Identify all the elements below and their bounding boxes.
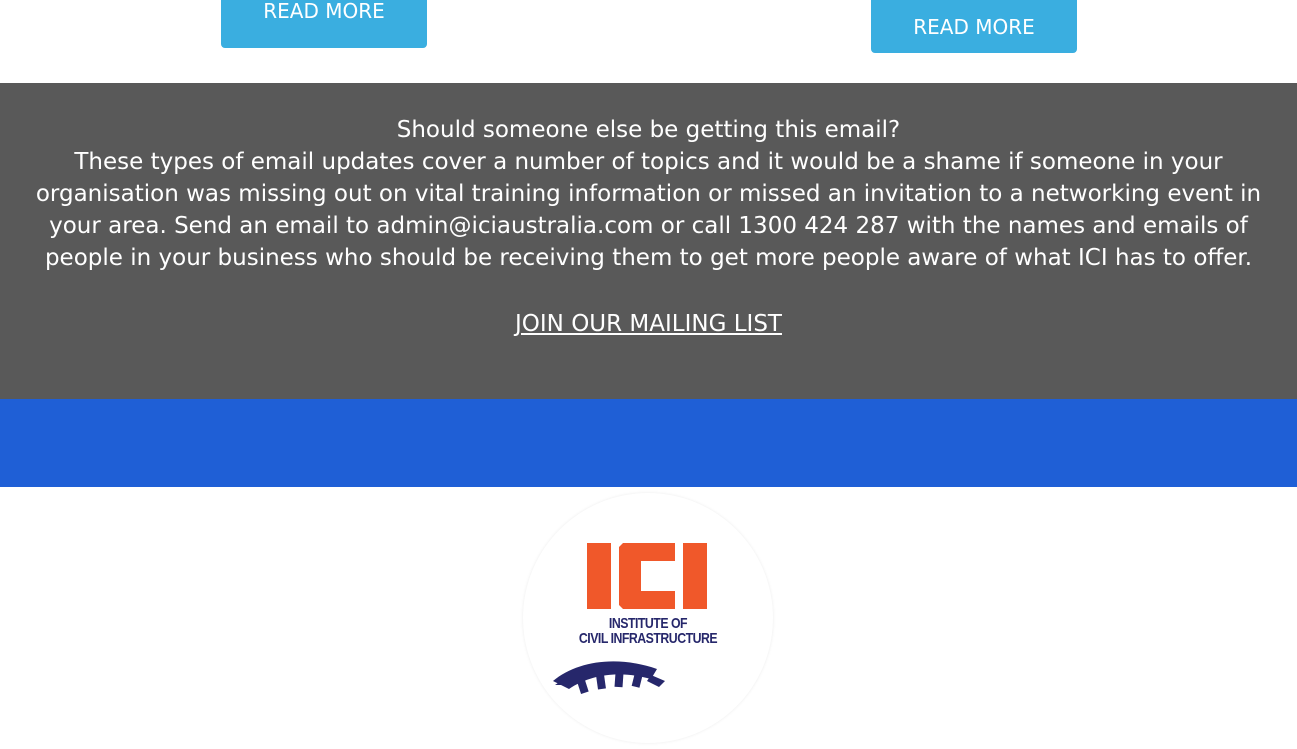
gear-icon (553, 661, 665, 694)
read-more-button-right[interactable]: READ MORE (871, 0, 1077, 53)
notice-body: These types of email updates cover a num… (35, 149, 1262, 271)
notice-heading: Should someone else be getting this emai… (396, 117, 901, 143)
join-mailing-list-link[interactable]: JOIN OUR MAILING LIST (515, 308, 782, 340)
ici-letters-logo (587, 543, 707, 609)
blue-band (0, 399, 1297, 487)
ici-logo: INSTITUTE OF CIVIL INFRASTRUCTURE (523, 493, 773, 743)
logo-line-1: INSTITUTE OF (608, 615, 688, 632)
read-more-button-left[interactable]: READ MORE (221, 0, 427, 48)
logo-line-2: CIVIL INFRASTRUCTURE (578, 630, 718, 647)
mailing-notice: Should someone else be getting this emai… (0, 83, 1297, 399)
top-strip: READ MORE READ MORE (0, 0, 1297, 83)
